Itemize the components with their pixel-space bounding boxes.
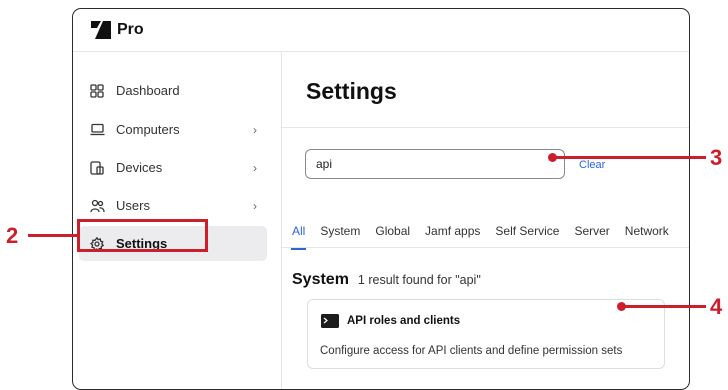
terminal-icon [321,314,339,328]
chevron-right-icon: › [253,198,257,213]
sidebar-item-users[interactable]: Users › [79,188,267,223]
result-card-api-roles[interactable]: API roles and clients Configure access f… [307,299,665,369]
callout-line-4 [621,305,706,308]
tab-global[interactable]: Global [375,224,410,238]
sidebar-item-label: Users [116,198,150,213]
section-header: System 1 result found for "api" [292,271,481,289]
card-description: Configure access for API clients and def… [320,345,623,357]
highlight-box-settings [77,219,208,252]
tab-self-service[interactable]: Self Service [495,224,559,238]
main-content: Settings api Clear All System Global Jam… [282,52,689,389]
settings-tabs: All System Global Jamf apps Self Service… [290,224,684,250]
clear-search-link[interactable]: Clear [579,159,605,171]
chevron-right-icon: › [253,160,257,175]
divider [282,127,689,128]
callout-line-2 [28,234,77,237]
top-bar: Pro [73,9,689,52]
tab-jamf-apps[interactable]: Jamf apps [425,224,480,238]
callout-number-4: 4 [710,294,723,319]
jamf-logo-icon [91,21,111,39]
search-input[interactable]: api [305,149,565,179]
callout-number-2: 2 [6,223,19,248]
result-count: 1 result found for "api" [357,273,481,287]
devices-icon [89,160,105,176]
section-title: System [292,271,349,288]
tabs-divider [282,247,689,248]
sidebar-item-dashboard[interactable]: Dashboard [79,73,267,108]
laptop-icon [89,122,105,138]
sidebar-item-devices[interactable]: Devices › [79,150,267,185]
tab-all[interactable]: All [290,224,307,250]
page-title: Settings [306,78,397,104]
card-header: API roles and clients [321,314,460,328]
callout-number-3: 3 [710,145,723,170]
card-title: API roles and clients [347,315,461,327]
sidebar-item-label: Dashboard [116,83,180,98]
callout-line-3 [552,156,706,159]
tab-network[interactable]: Network [625,224,669,238]
tab-system[interactable]: System [320,224,360,238]
sidebar-item-label: Computers [116,122,180,137]
app-logo[interactable]: Pro [91,21,144,39]
tab-server[interactable]: Server [574,224,609,238]
app-name: Pro [117,21,144,38]
app-window: Pro Dashboard Computers › Devices › User… [72,8,690,390]
chevron-right-icon: › [253,122,257,137]
sidebar-item-label: Devices [116,160,163,175]
dashboard-icon [89,83,105,99]
users-icon [89,198,105,214]
sidebar-item-computers[interactable]: Computers › [79,112,267,147]
